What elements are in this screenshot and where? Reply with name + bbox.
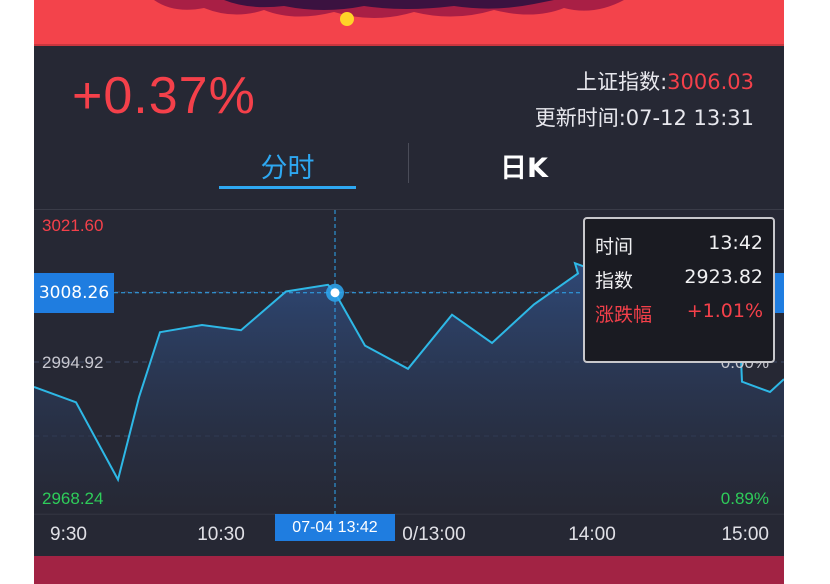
x-tick-label: 10:30 <box>197 524 245 545</box>
crosshair-value-badge: 3008.26 <box>34 273 114 313</box>
tooltip-change-value: +1.01% <box>686 300 763 322</box>
x-tick-label: 15:00 <box>721 524 769 545</box>
x-axis-labels: 9:30 10:30 0/13:00 14:00 15:00 <box>50 524 769 545</box>
tooltip-index-label: 指数 <box>595 270 634 292</box>
x-tick-label: 14:00 <box>568 524 616 545</box>
tooltip-change-row: 涨跌幅 +1.01% <box>595 300 763 327</box>
tooltip-index-row: 指数 2923.82 <box>595 266 763 293</box>
y-label-high: 3021.60 <box>42 216 103 235</box>
phone-screen: +0.37% 上证指数:3006.03 更新时间:07-12 13:31 分时 … <box>34 0 784 584</box>
tooltip-time-row: 时间 13:42 <box>595 232 763 259</box>
tooltip-change-label: 涨跌幅 <box>595 304 653 326</box>
tooltip-time-value: 13:42 <box>708 232 763 254</box>
crosshair-point <box>330 288 340 298</box>
x-tick-label: 9:30 <box>50 524 87 545</box>
footer-bar <box>34 556 784 584</box>
x-tick-label: 0/13:00 <box>402 524 465 545</box>
y-label-low: 2968.24 <box>42 489 103 508</box>
y-label-mid: 2994.92 <box>42 353 103 372</box>
tooltip-index-value: 2923.82 <box>684 266 763 288</box>
chart-tooltip: 时间 13:42 指数 2923.82 涨跌幅 +1.01% <box>583 217 775 363</box>
y-right-label-low: 0.89% <box>721 489 769 508</box>
tooltip-time-label: 时间 <box>595 236 634 258</box>
crosshair-time-badge: 07-04 13:42 <box>275 514 395 541</box>
